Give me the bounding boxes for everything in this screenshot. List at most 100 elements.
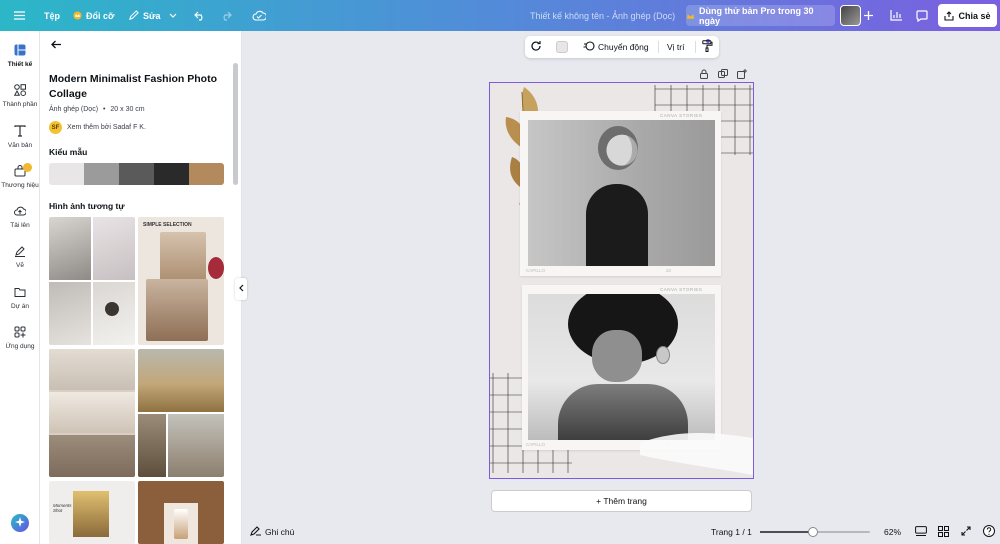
author-link[interactable]: SF Xem thêm bởi Sadaf F K. <box>49 121 146 134</box>
arrow-left-icon <box>51 40 62 51</box>
share-button[interactable]: Chia sẻ <box>938 4 997 27</box>
fullscreen-button[interactable] <box>961 520 971 544</box>
replace-button[interactable] <box>530 36 542 58</box>
rail-item-design[interactable]: Thiết kế <box>0 44 40 68</box>
animate-button[interactable]: Chuyển động <box>583 36 710 58</box>
zoom-slider[interactable] <box>760 527 870 537</box>
author-avatar: SF <box>49 121 62 134</box>
color-swatch <box>556 41 568 53</box>
element-toolbar: Chuyển động Vị trí <box>525 36 719 58</box>
file-menu[interactable]: Tệp <box>44 0 60 31</box>
insights-button[interactable] <box>890 0 902 31</box>
comments-button[interactable] <box>916 0 928 31</box>
undo-icon <box>194 11 206 21</box>
rail-item-draw[interactable]: Vẽ <box>0 245 40 269</box>
top-bar: Tệp Đổi cỡ Sửa Thiết kế không tên - Ảnh … <box>0 0 1000 31</box>
draw-icon <box>14 245 26 259</box>
crown-badge-icon <box>23 163 32 172</box>
similar-template-thumbnail[interactable]: Moments Shot <box>49 481 135 544</box>
chevron-down-icon <box>169 13 177 18</box>
color-palette[interactable] <box>49 163 224 185</box>
duplicate-page-icon[interactable] <box>718 69 728 81</box>
upload-cloud-icon <box>14 205 27 219</box>
similar-template-thumbnail[interactable] <box>138 349 224 477</box>
sparkle-icon <box>15 517 25 529</box>
hamburger-icon <box>14 11 25 20</box>
copy-style-button[interactable] <box>702 36 713 58</box>
crown-icon <box>686 12 695 20</box>
collapse-panel-button[interactable] <box>235 278 247 300</box>
notes-icon <box>250 526 261 538</box>
palette-swatch[interactable] <box>84 163 119 185</box>
palette-swatch[interactable] <box>189 163 224 185</box>
lock-icon[interactable] <box>699 69 709 81</box>
paint-roller-icon <box>702 40 713 54</box>
pages-icon <box>915 525 927 539</box>
design-page[interactable]: CANVA STORIES CAPILLO 22 CANVA STORIES C… <box>489 82 754 479</box>
rail-item-elements[interactable]: Thành phần <box>0 84 40 108</box>
zoom-level[interactable]: 62% <box>884 520 901 544</box>
template-panel: Modern Minimalist Fashion Photo Collage … <box>40 31 242 544</box>
layout-icon <box>14 44 26 58</box>
side-rail: Thiết kế Thành phần Văn bản Thương hiệu … <box>0 31 40 544</box>
add-collaborator-button[interactable] <box>864 0 873 31</box>
rail-item-apps[interactable]: Ứng dụng <box>0 326 40 350</box>
background-color-button[interactable] <box>556 36 568 58</box>
pages-view-button[interactable] <box>915 520 927 544</box>
template-meta: Ảnh ghép (Dọc) • 20 x 30 cm <box>49 106 145 113</box>
similar-template-thumbnail[interactable]: SIMPLE SELECTION <box>138 217 224 345</box>
grid-view-button[interactable] <box>938 520 949 544</box>
help-button[interactable] <box>983 520 995 544</box>
palette-swatch[interactable] <box>119 163 154 185</box>
template-title: Modern Minimalist Fashion Photo Collage <box>49 73 217 100</box>
pencil-icon <box>128 10 139 21</box>
pro-trial-button[interactable]: Dùng thử bản Pro trong 30 ngày <box>686 5 835 26</box>
similar-images-heading: Hình ảnh tương tự <box>49 201 125 211</box>
zoom-slider-handle[interactable] <box>807 527 818 537</box>
menu-button[interactable] <box>14 0 25 31</box>
expand-icon <box>961 526 971 538</box>
similar-template-thumbnail[interactable] <box>138 481 224 544</box>
rail-item-projects[interactable]: Dự án <box>0 286 40 310</box>
edit-mode-dropdown[interactable]: Sửa <box>128 0 177 31</box>
notes-button[interactable]: Ghi chú <box>250 520 294 544</box>
rail-item-text[interactable]: Văn bản <box>0 125 40 149</box>
resize-button[interactable]: Đổi cỡ <box>73 0 114 31</box>
panel-scrollbar[interactable] <box>233 63 238 185</box>
rail-item-uploads[interactable]: Tải lên <box>0 205 40 229</box>
text-icon <box>14 125 26 139</box>
rail-item-brand[interactable]: Thương hiệu <box>0 163 40 189</box>
plus-icon <box>864 11 873 20</box>
add-page-button[interactable]: + Thêm trang <box>491 490 752 512</box>
styles-heading: Kiểu mẫu <box>49 147 88 157</box>
add-page-icon[interactable] <box>737 69 747 81</box>
grid-icon <box>938 525 949 539</box>
animate-icon <box>583 40 595 54</box>
document-title[interactable]: Thiết kế không tên - Ảnh ghép (Dọc) <box>530 0 675 31</box>
redo-icon <box>220 11 232 21</box>
position-button[interactable]: Vị trí <box>667 36 684 58</box>
magic-assistant-button[interactable] <box>11 514 29 532</box>
back-button[interactable] <box>51 40 62 51</box>
crown-icon <box>73 11 82 20</box>
apps-icon <box>14 326 26 340</box>
palette-swatch[interactable] <box>49 163 84 185</box>
chevron-left-icon <box>238 284 244 294</box>
bottom-bar: Ghi chú Trang 1 / 1 62% <box>242 520 1000 544</box>
similar-template-thumbnail[interactable] <box>49 349 135 477</box>
save-status[interactable] <box>252 0 266 31</box>
user-avatar[interactable] <box>840 5 861 26</box>
page-indicator[interactable]: Trang 1 / 1 <box>711 520 752 544</box>
redo-button[interactable] <box>220 0 232 31</box>
undo-button[interactable] <box>194 0 206 31</box>
similar-template-thumbnail[interactable] <box>49 217 135 345</box>
cloud-check-icon <box>252 10 266 21</box>
folder-icon <box>14 286 26 300</box>
palette-swatch[interactable] <box>154 163 189 185</box>
refresh-icon <box>530 40 542 54</box>
help-icon <box>983 525 995 539</box>
page-actions <box>699 69 747 81</box>
bar-chart-icon <box>890 10 902 21</box>
comment-icon <box>916 9 928 22</box>
shapes-icon <box>13 84 26 98</box>
